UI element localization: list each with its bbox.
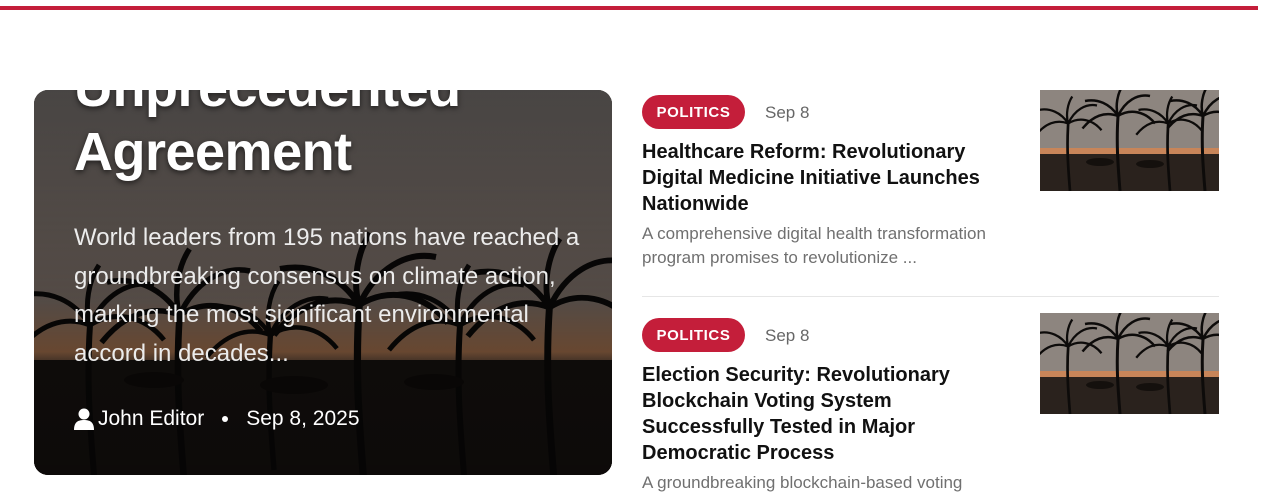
article-headline[interactable]: Healthcare Reform: Revolutionary Digital…: [642, 139, 1012, 217]
top-accent-rule: [0, 6, 1258, 10]
category-badge[interactable]: POLITICS: [642, 95, 745, 129]
featured-meta: John Editor Sep 8, 2025: [74, 404, 360, 434]
featured-title[interactable]: Unprecedented Agreement: [74, 90, 594, 184]
article-thumbnail[interactable]: [1040, 313, 1219, 414]
featured-summary: World leaders from 195 nations have reac…: [74, 224, 580, 367]
article-headline[interactable]: Election Security: Revolutionary Blockch…: [642, 362, 1012, 466]
article-item[interactable]: POLITICS Sep 8 Election Security: Revolu…: [642, 313, 1219, 496]
article-thumbnail[interactable]: [1040, 90, 1219, 191]
featured-date: Sep 8, 2025: [246, 407, 360, 430]
article-divider: [642, 296, 1219, 297]
article-excerpt: A groundbreaking blockchain-based voting: [642, 473, 963, 492]
user-icon: [74, 408, 94, 430]
article-item[interactable]: POLITICS Sep 8 Healthcare Reform: Revolu…: [642, 90, 1219, 285]
featured-article-card[interactable]: Unprecedented Agreement World leaders fr…: [34, 90, 612, 475]
featured-author[interactable]: John Editor: [98, 407, 204, 431]
article-date: Sep 8: [765, 103, 810, 122]
separator-dot: [222, 416, 229, 422]
article-excerpt: A comprehensive digital health transform…: [642, 224, 986, 267]
article-date: Sep 8: [765, 326, 810, 345]
category-badge[interactable]: POLITICS: [642, 318, 745, 352]
